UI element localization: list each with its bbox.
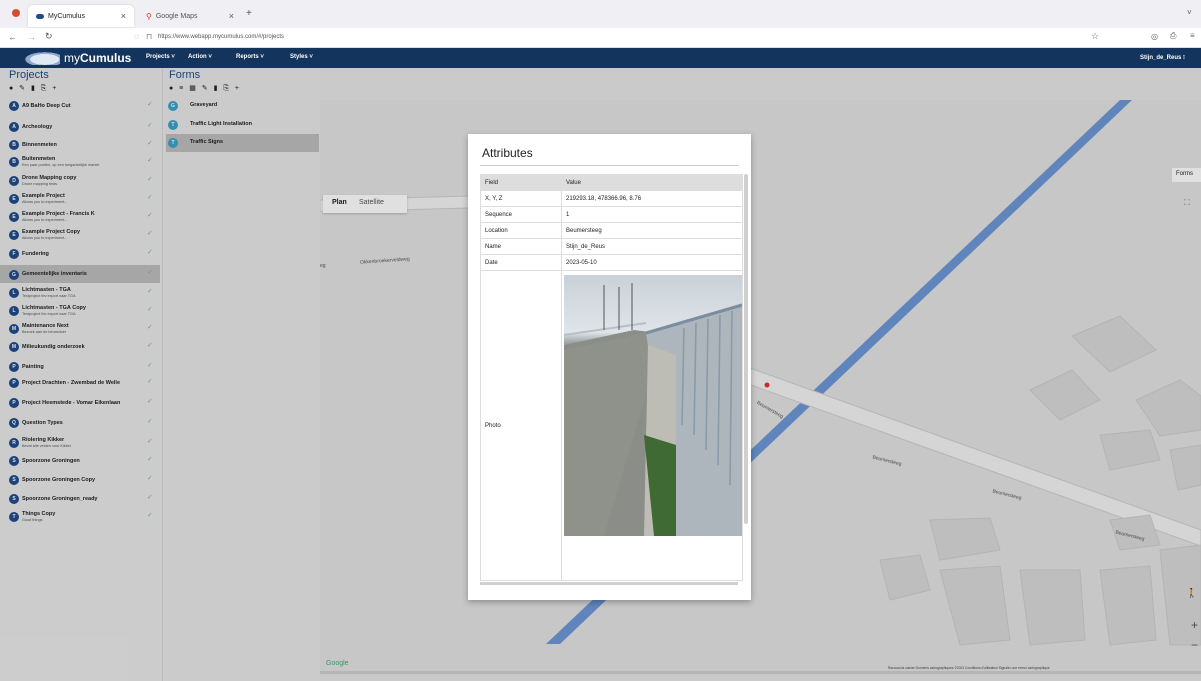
field-cell: Date [480,254,562,271]
tab-label: Google Maps [155,12,198,20]
value-cell: Stijn_de_Reus [561,238,743,255]
field-cell: X, Y, Z [480,190,562,207]
field-cell: Sequence [480,206,562,223]
firefox-menu-icon[interactable] [12,9,20,17]
attributes-table: Field Value X, Y, Z 219293.18, 478366.96,… [480,174,743,581]
back-icon[interactable]: ← [8,32,17,42]
modal-divider [480,165,739,166]
table-row: Name Stijn_de_Reus [480,238,743,255]
lock-icon: ⊓ [146,32,153,41]
reload-icon[interactable]: ↻ [45,31,53,42]
photo-drawing [564,283,742,536]
field-cell: Location [480,222,562,239]
photo-row: Photo [480,270,743,581]
table-row: Date 2023-05-10 [480,254,743,271]
mycumulus-tab-icon [36,13,44,19]
attributes-modal: Attributes Field Value X, Y, Z 219293.18,… [468,134,751,600]
tab-list-icon[interactable]: ˅ [1187,8,1192,17]
value-cell: 2023-05-10 [561,254,743,271]
browser-tab-bar: MyCumulus × ⚲ Google Maps × + ˅ [0,0,1201,28]
table-row: Sequence 1 [480,206,743,223]
bookmark-star-icon[interactable]: ☆ [1091,31,1099,42]
table-header-row: Field Value [480,174,743,191]
menu-projects[interactable]: Projects ˅ [146,54,175,60]
field-cell: Name [480,238,562,255]
menu-styles[interactable]: Styles ˅ [290,54,313,60]
menu-icon[interactable]: ≡ [1190,31,1195,40]
modal-bottom-scrollbar[interactable] [480,582,738,585]
table-row: Location Beumersteeg [480,222,743,239]
table-row: X, Y, Z 219293.18, 478366.96, 8.76 [480,190,743,207]
app-navbar: myCumulus Projects ˅ Action ˅ Reports ˅ … [0,48,1201,68]
pocket-icon[interactable]: ◎ [1151,32,1158,41]
new-tab-button[interactable]: + [246,8,252,19]
photo-field-cell: Photo [480,270,562,581]
extensions-icon[interactable]: ⎙ [1170,31,1176,41]
browser-toolbar: ← → ↻ ◌ ⊓ https://www.webapp.mycumulus.c… [0,28,1201,48]
forward-icon[interactable]: → [27,32,36,42]
user-menu[interactable]: Stijn_de_Reus ⁝ [1140,54,1185,61]
photo-cell [561,270,743,581]
google-maps-tab-icon: ⚲ [146,11,152,21]
browser-tab-google-maps[interactable]: ⚲ Google Maps × [138,5,242,27]
shield-icon[interactable]: ◌ [134,32,139,41]
url-field[interactable]: https://www.webapp.mycumulus.com/#/proje… [158,34,284,40]
menu-action[interactable]: Action ˅ [188,54,212,60]
menu-reports[interactable]: Reports ˅ [236,54,264,60]
value-column-header: Value [561,174,743,191]
browser-tab-mycumulus[interactable]: MyCumulus × [28,5,134,27]
close-tab-icon[interactable]: × [229,11,234,21]
cloud-logo-icon [22,51,60,65]
brand-prefix: my [64,51,80,65]
value-cell: Beumersteeg [561,222,743,239]
value-cell: 1 [561,206,743,223]
close-tab-icon[interactable]: × [121,11,126,21]
field-column-header: Field [480,174,562,191]
modal-title: Attributes [482,146,533,160]
app-brand[interactable]: myCumulus [64,51,131,65]
modal-scrollbar[interactable] [744,174,748,524]
value-cell: 219293.18, 478366.96, 8.76 [561,190,743,207]
brand-suffix: Cumulus [80,51,132,65]
tab-label: MyCumulus [48,12,85,20]
bridge-photo[interactable] [564,275,742,536]
